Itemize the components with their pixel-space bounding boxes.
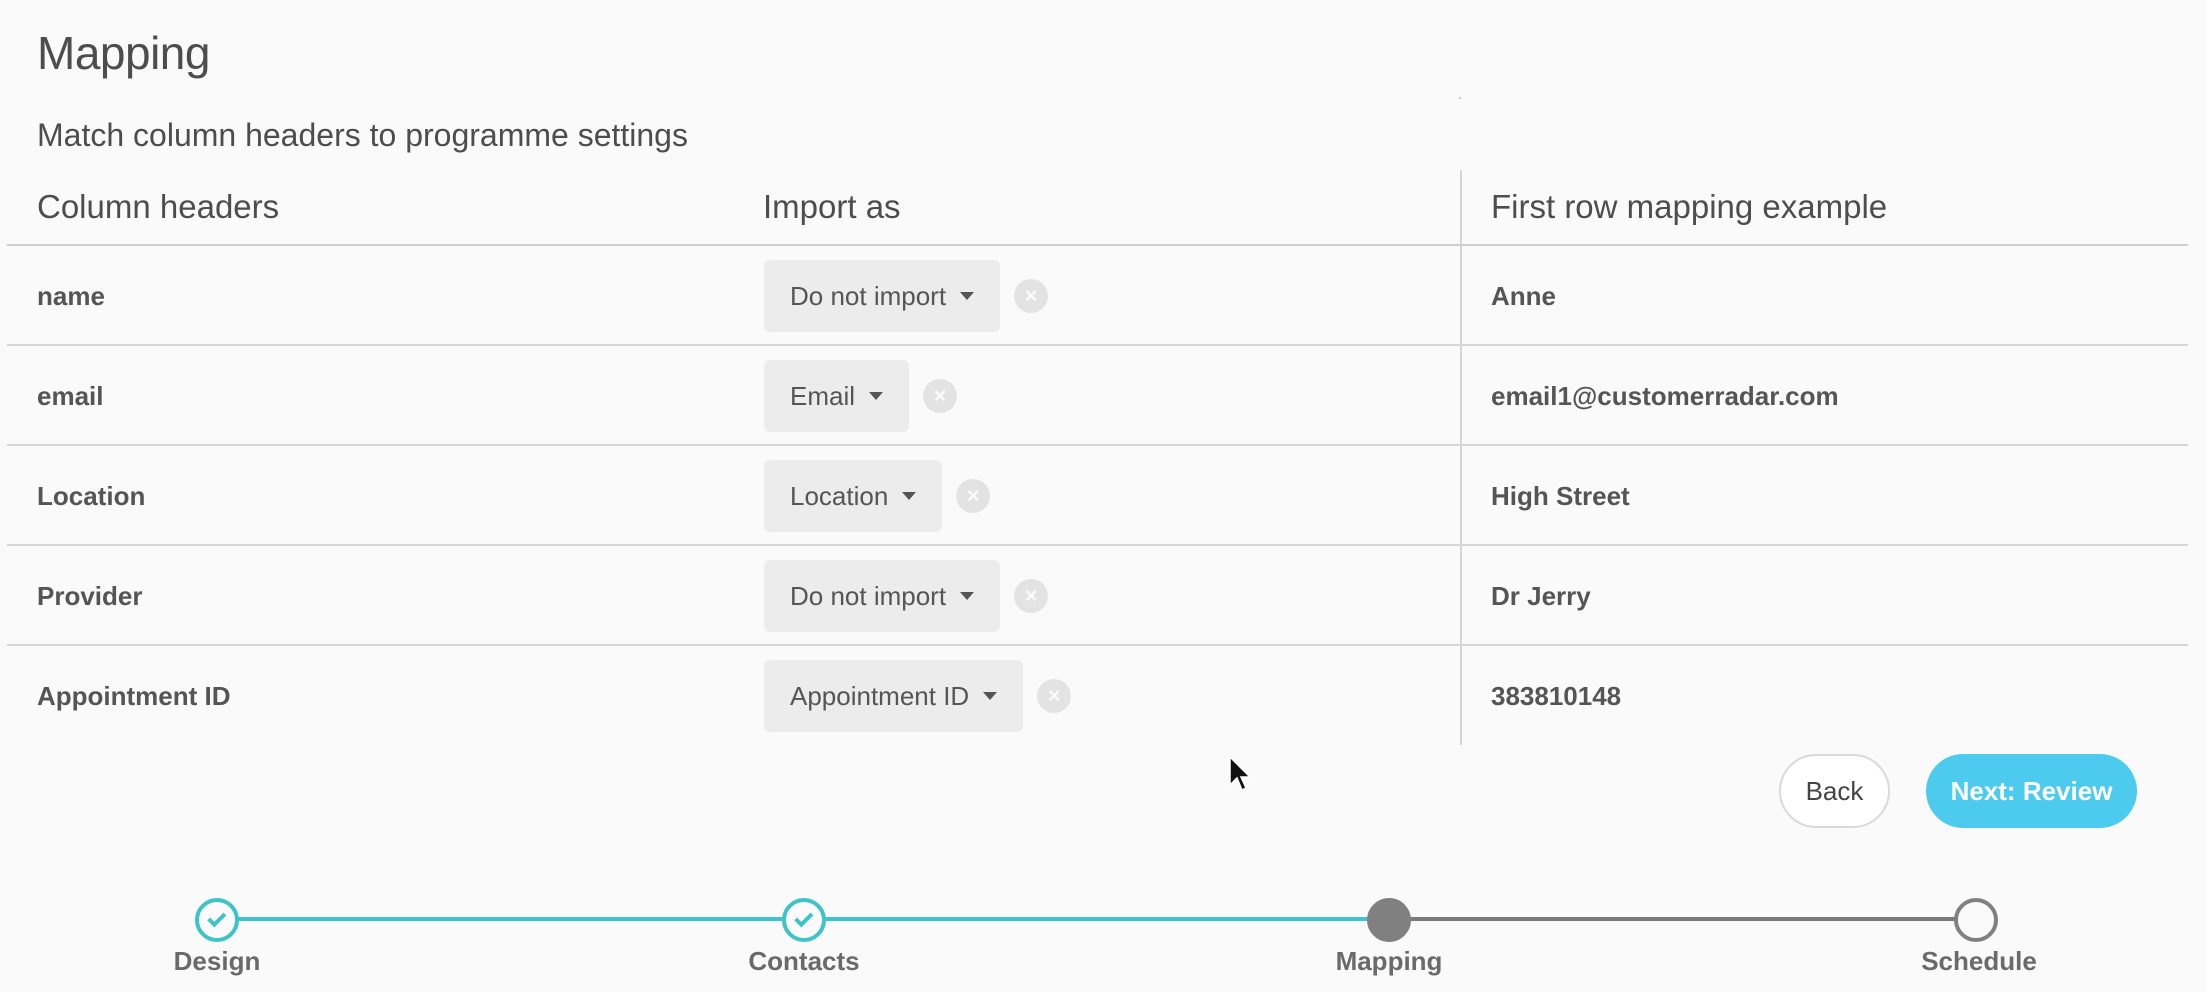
- step-label-schedule: Schedule: [1921, 946, 2037, 976]
- progress-stepper: Design Contacts Mapping Schedule: [0, 890, 2206, 992]
- step-label-mapping: Mapping: [1335, 946, 1443, 976]
- import-as-control: Appointment ID ×: [764, 660, 1072, 732]
- step-contacts-check-icon[interactable]: [782, 898, 826, 942]
- import-as-select[interactable]: Do not import: [764, 260, 1001, 332]
- table-header: Column headers Import as First row mappi…: [7, 170, 2188, 246]
- page-title: Mapping: [37, 27, 210, 79]
- step-label-design: Design: [173, 946, 261, 976]
- table-row: email Email × email1@customerradar.com: [7, 346, 2188, 446]
- caret-down-icon: [960, 592, 975, 600]
- header-import-as: Import as: [763, 188, 901, 225]
- example-value: High Street: [1491, 481, 1630, 511]
- step-schedule-pending-icon: [1954, 898, 1998, 942]
- header-column-headers: Column headers: [37, 188, 280, 225]
- stepper-line-remaining: [1389, 917, 1976, 921]
- step-design-check-icon[interactable]: [195, 898, 239, 942]
- import-as-value: Do not import: [790, 580, 947, 611]
- column-name: name: [37, 281, 105, 311]
- back-button[interactable]: Back: [1779, 754, 1890, 828]
- column-name: email: [37, 381, 104, 411]
- import-as-select[interactable]: Do not import: [764, 560, 1001, 632]
- clear-icon[interactable]: ×: [1014, 579, 1049, 613]
- example-value: email1@customerradar.com: [1491, 381, 1839, 411]
- step-label-contacts: Contacts: [748, 946, 860, 976]
- import-as-value: Do not import: [790, 280, 947, 311]
- page-subtitle: Match column headers to programme settin…: [37, 117, 688, 153]
- clear-icon[interactable]: ×: [923, 379, 958, 413]
- import-as-select[interactable]: Appointment ID: [764, 660, 1024, 732]
- import-as-select[interactable]: Email: [764, 360, 910, 432]
- import-as-control: Do not import ×: [764, 560, 1049, 632]
- step-mapping-current-icon: [1367, 898, 1411, 942]
- import-as-control: Location ×: [764, 460, 991, 532]
- mouse-cursor-icon: [1229, 756, 1251, 792]
- import-as-control: Do not import ×: [764, 260, 1049, 332]
- decorative-dot: [1459, 97, 1461, 99]
- table-row: Location Location × High Street: [7, 446, 2188, 546]
- header-first-row-example: First row mapping example: [1491, 188, 1888, 225]
- caret-down-icon: [869, 392, 884, 400]
- mapping-table: Column headers Import as First row mappi…: [7, 170, 2188, 746]
- example-value: Anne: [1491, 281, 1556, 311]
- import-as-value: Location: [790, 480, 889, 511]
- import-as-select[interactable]: Location: [764, 460, 943, 532]
- import-as-value: Appointment ID: [790, 680, 970, 711]
- column-name: Provider: [37, 581, 143, 611]
- import-as-value: Email: [790, 380, 856, 411]
- table-row: name Do not import × Anne: [7, 246, 2188, 346]
- import-as-control: Email ×: [764, 360, 958, 432]
- column-name: Location: [37, 481, 146, 511]
- clear-icon[interactable]: ×: [956, 479, 991, 513]
- table-row: Provider Do not import × Dr Jerry: [7, 546, 2188, 646]
- example-value: Dr Jerry: [1491, 581, 1591, 611]
- caret-down-icon: [902, 492, 917, 500]
- caret-down-icon: [983, 692, 998, 700]
- table-row: Appointment ID Appointment ID × 38381014…: [7, 646, 2188, 746]
- column-name: Appointment ID: [37, 681, 231, 711]
- next-review-button[interactable]: Next: Review: [1926, 754, 2137, 828]
- caret-down-icon: [960, 292, 975, 300]
- mapping-page: Mapping Match column headers to programm…: [0, 0, 2206, 992]
- example-value: 383810148: [1491, 681, 1622, 711]
- clear-icon[interactable]: ×: [1014, 279, 1049, 313]
- clear-icon[interactable]: ×: [1037, 679, 1072, 713]
